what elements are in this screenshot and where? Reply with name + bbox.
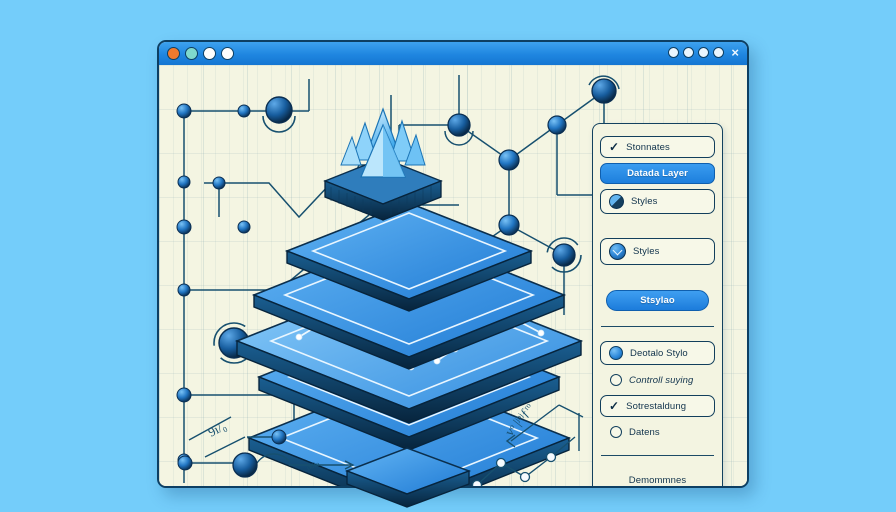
tb-right-dot-1[interactable] bbox=[668, 47, 680, 58]
panel-item-label: Sotrestaldung bbox=[626, 400, 687, 412]
close-icon[interactable]: × bbox=[731, 46, 739, 59]
panel-item-label: Deotalo Stylo bbox=[630, 347, 688, 359]
radio-on-icon bbox=[609, 346, 623, 360]
tb-right-dot-3[interactable] bbox=[698, 47, 710, 58]
extra-dot[interactable] bbox=[221, 47, 234, 60]
panel-group-2: Styles bbox=[593, 226, 722, 277]
radio-off-icon bbox=[610, 426, 622, 438]
scribble-left: 9ı/₀ bbox=[205, 418, 228, 440]
panel-divider-1 bbox=[601, 326, 714, 327]
panel-divider-2 bbox=[601, 455, 714, 456]
tb-right-dot-4[interactable] bbox=[713, 47, 725, 58]
tb-right-dot-2[interactable] bbox=[683, 47, 695, 58]
window-controls-left[interactable] bbox=[167, 47, 234, 60]
check-icon: ✓ bbox=[609, 399, 620, 413]
maximize-dot[interactable] bbox=[203, 47, 216, 60]
check-icon: ✓ bbox=[609, 140, 620, 154]
panel-item-datens[interactable]: Datens bbox=[600, 422, 715, 442]
crystal-icon bbox=[340, 107, 426, 178]
panel-item-label: Datens bbox=[629, 426, 660, 438]
panel-label-demommnes: Demommnes bbox=[600, 471, 715, 486]
panel-group-1: ✓ Stonnates Datada Layer Styles bbox=[593, 124, 722, 226]
panel-group-5: Demommnes Doye bbox=[593, 458, 722, 486]
panel-button-label: Stsylao bbox=[640, 295, 675, 306]
panel-item-stonnates[interactable]: ✓ Stonnates bbox=[600, 136, 715, 158]
panel-group-4: Deotalo Stylo Controll suying ✓ Sotresta… bbox=[593, 329, 722, 453]
panel-group-3: Stsylao bbox=[593, 277, 722, 324]
radio-off-icon bbox=[610, 374, 622, 386]
panel-item-controll-suying[interactable]: Controll suying bbox=[600, 370, 715, 390]
panel-button-stsylao[interactable]: Stsylao bbox=[606, 290, 709, 311]
panel-section-label: Demommnes bbox=[628, 475, 687, 486]
panel-item-sotrestaldung[interactable]: ✓ Sotrestaldung bbox=[600, 395, 715, 417]
app-window: × 9ı/₀ ᵒᵈˡᵒ ᴠᵒ |ʲᵇʲƒʳᵒ ✓ Stonnates Datad… bbox=[157, 40, 749, 488]
panel-item-label: Styles bbox=[631, 196, 658, 207]
window-controls-right[interactable]: × bbox=[668, 46, 739, 59]
panel-item-styles-2[interactable]: Styles bbox=[600, 238, 715, 265]
panel-item-label: Styles bbox=[633, 246, 660, 257]
panel-item-deotalo-stylo[interactable]: Deotalo Stylo bbox=[600, 341, 715, 365]
minimize-dot[interactable] bbox=[185, 47, 198, 60]
panel-item-label: Stonnates bbox=[626, 141, 670, 153]
chevron-down-sphere-icon bbox=[609, 243, 626, 260]
screenshot-root: × 9ı/₀ ᵒᵈˡᵒ ᴠᵒ |ʲᵇʲƒʳᵒ ✓ Stonnates Datad… bbox=[0, 0, 896, 512]
panel-item-datada-layer[interactable]: Datada Layer bbox=[600, 163, 715, 184]
panel-item-label: Controll suying bbox=[629, 374, 694, 386]
illustration-canvas: 9ı/₀ ᵒᵈˡᵒ ᴠᵒ |ʲᵇʲƒʳᵒ ✓ Stonnates Datada … bbox=[159, 65, 747, 486]
side-control-panel[interactable]: ✓ Stonnates Datada Layer Styles Styles S… bbox=[592, 123, 723, 486]
close-dot[interactable] bbox=[167, 47, 180, 60]
panel-item-styles-1[interactable]: Styles bbox=[600, 189, 715, 214]
panel-item-label: Datada Layer bbox=[627, 168, 688, 179]
half-sphere-icon bbox=[609, 194, 624, 209]
window-title-bar[interactable]: × bbox=[159, 42, 747, 67]
